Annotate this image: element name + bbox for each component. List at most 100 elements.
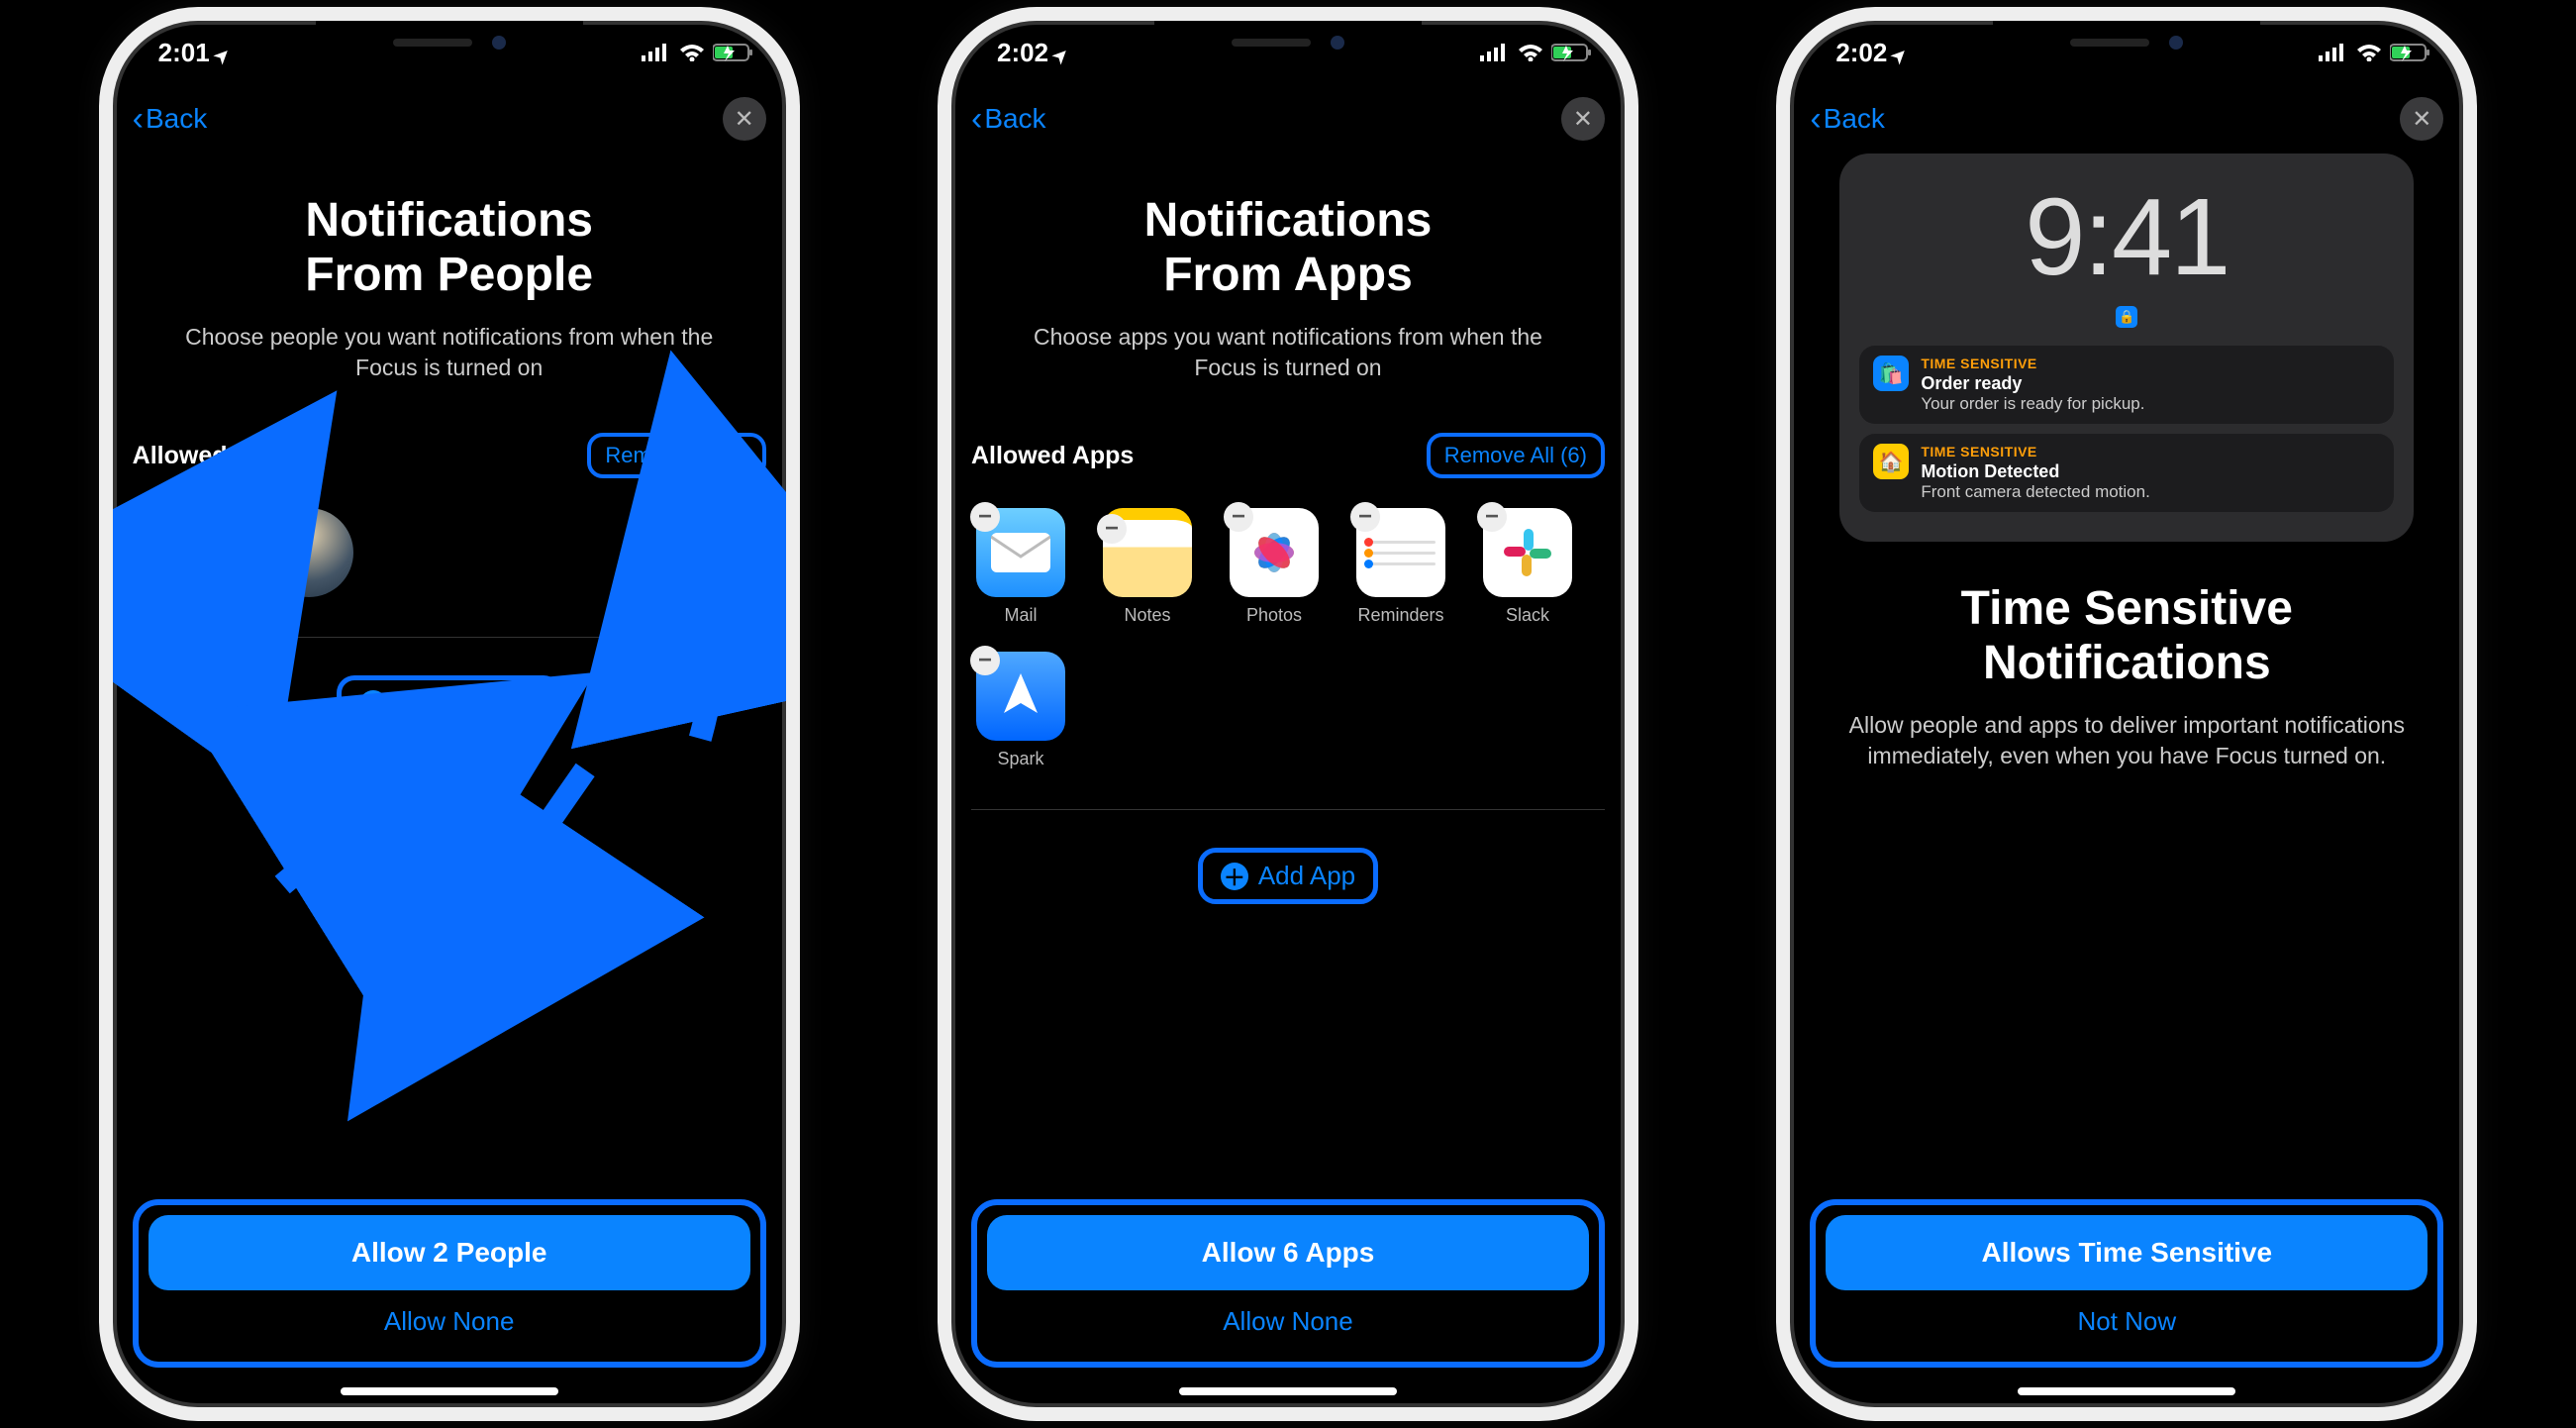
allowed-people-label: Allowed People bbox=[133, 442, 316, 470]
remove-badge-icon[interactable]: − bbox=[970, 502, 1000, 532]
allow-time-sensitive-button[interactable]: Allows Time Sensitive bbox=[1826, 1215, 2427, 1290]
cellular-signal-icon bbox=[642, 44, 671, 61]
preview-clock: 9:41 bbox=[2025, 183, 2229, 292]
allow-none-button[interactable]: Allow None bbox=[987, 1290, 1589, 1352]
home-icon: 🏠 bbox=[1873, 444, 1909, 479]
allow-none-button[interactable]: Allow None bbox=[149, 1290, 750, 1352]
page-subtitle: Choose apps you want notifications from … bbox=[1001, 322, 1575, 383]
back-button[interactable]: ‹ Back bbox=[1810, 100, 1885, 139]
plus-circle-icon: ＋ bbox=[359, 690, 387, 718]
time-sensitive-preview: 9:41 🔒 🛍️ TIME SENSITIVE Order ready You… bbox=[1839, 153, 2414, 542]
app-label: Notes bbox=[1124, 605, 1170, 626]
app-label: Photos bbox=[1246, 605, 1302, 626]
close-icon: ✕ bbox=[735, 105, 754, 134]
nav-bar: ‹ Back ✕ bbox=[1790, 84, 2463, 153]
location-icon bbox=[1053, 38, 1068, 68]
app-item-photos[interactable]: − Photos bbox=[1225, 508, 1324, 626]
home-indicator[interactable] bbox=[1179, 1387, 1397, 1395]
status-time: 2:01 bbox=[158, 38, 210, 68]
person-item[interactable]: − bbox=[259, 508, 358, 597]
location-icon bbox=[1892, 38, 1907, 68]
app-label: Slack bbox=[1506, 605, 1549, 626]
nav-bar: ‹ Back ✕ bbox=[113, 84, 786, 153]
mail-icon: − bbox=[976, 508, 1065, 597]
page-title: Notifications From Apps bbox=[991, 193, 1585, 302]
notif-text: Your order is ready for pickup. bbox=[1921, 394, 2380, 414]
wifi-icon bbox=[2356, 44, 2382, 61]
divider bbox=[133, 637, 766, 638]
remove-badge-icon[interactable]: − bbox=[258, 502, 288, 532]
chevron-left-icon: ‹ bbox=[971, 100, 982, 139]
wifi-icon bbox=[1518, 44, 1543, 61]
notif-title: Motion Detected bbox=[1921, 461, 2380, 482]
not-now-button[interactable]: Not Now bbox=[1826, 1290, 2427, 1352]
back-button[interactable]: ‹ Back bbox=[971, 100, 1046, 139]
home-indicator[interactable] bbox=[2018, 1387, 2235, 1395]
close-button[interactable]: ✕ bbox=[723, 97, 766, 141]
home-indicator[interactable] bbox=[341, 1387, 558, 1395]
notif-title: Order ready bbox=[1921, 373, 2380, 394]
remove-badge-icon[interactable]: − bbox=[1350, 502, 1380, 532]
page-subtitle: Choose people you want notifications fro… bbox=[162, 322, 737, 383]
bottom-actions: Allow 2 People Allow None bbox=[133, 1199, 766, 1368]
app-item-reminders[interactable]: − Reminders bbox=[1351, 508, 1450, 626]
slack-icon: − bbox=[1483, 508, 1572, 597]
person-item[interactable]: − bbox=[133, 508, 232, 597]
avatar: − bbox=[264, 508, 353, 597]
remove-all-button[interactable]: Remove All (6) bbox=[1427, 433, 1605, 478]
notch bbox=[1154, 21, 1422, 64]
location-icon bbox=[215, 38, 230, 68]
battery-charging-icon bbox=[2390, 43, 2431, 62]
photos-icon: − bbox=[1230, 508, 1319, 597]
close-button[interactable]: ✕ bbox=[2400, 97, 2443, 141]
allow-people-button[interactable]: Allow 2 People bbox=[149, 1215, 750, 1290]
back-label: Back bbox=[146, 103, 207, 135]
avatar: − bbox=[138, 508, 227, 597]
allowed-apps-grid: − Mail − Notes bbox=[971, 498, 1605, 799]
cellular-signal-icon bbox=[1480, 44, 1510, 61]
battery-charging-icon bbox=[713, 43, 754, 62]
app-item-spark[interactable]: − Spark bbox=[971, 652, 1070, 769]
back-button[interactable]: ‹ Back bbox=[133, 100, 208, 139]
notch bbox=[316, 21, 583, 64]
allow-apps-button[interactable]: Allow 6 Apps bbox=[987, 1215, 1589, 1290]
remove-badge-icon[interactable]: − bbox=[132, 502, 161, 532]
app-item-slack[interactable]: − Slack bbox=[1478, 508, 1577, 626]
remove-all-button[interactable]: Remove All (2) bbox=[587, 433, 765, 478]
nav-bar: ‹ Back ✕ bbox=[951, 84, 1625, 153]
app-label: Mail bbox=[1004, 605, 1037, 626]
status-time: 2:02 bbox=[1835, 38, 1887, 68]
plus-circle-icon: ＋ bbox=[1221, 863, 1248, 890]
spark-icon: − bbox=[976, 652, 1065, 741]
notification-card: 🏠 TIME SENSITIVE Motion Detected Front c… bbox=[1859, 434, 2394, 512]
notif-text: Front camera detected motion. bbox=[1921, 482, 2380, 502]
close-icon: ✕ bbox=[2412, 105, 2431, 134]
add-app-label: Add App bbox=[1258, 861, 1355, 891]
phone-people: 2:01 ‹ Back ✕ Notifications From People bbox=[99, 7, 800, 1421]
page-subtitle: Allow people and apps to deliver importa… bbox=[1839, 710, 2414, 771]
reminders-icon: − bbox=[1356, 508, 1445, 597]
cellular-signal-icon bbox=[2319, 44, 2348, 61]
back-label: Back bbox=[984, 103, 1045, 135]
app-label: Spark bbox=[997, 749, 1043, 769]
notch bbox=[1993, 21, 2260, 64]
phone-time-sensitive: 2:02 ‹ Back ✕ 9:41 🔒 🛍️ bbox=[1776, 7, 2477, 1421]
focus-badge-icon: 🔒 bbox=[2116, 306, 2137, 328]
allowed-apps-label: Allowed Apps bbox=[971, 442, 1134, 470]
divider bbox=[971, 809, 1605, 810]
app-item-mail[interactable]: − Mail bbox=[971, 508, 1070, 626]
remove-badge-icon[interactable]: − bbox=[1097, 514, 1127, 544]
page-title: Notifications From People bbox=[152, 193, 746, 302]
notif-tag: TIME SENSITIVE bbox=[1921, 444, 2380, 459]
add-app-button[interactable]: ＋ Add App bbox=[1198, 848, 1378, 904]
close-icon: ✕ bbox=[1573, 105, 1593, 134]
chevron-left-icon: ‹ bbox=[133, 100, 144, 139]
notif-tag: TIME SENSITIVE bbox=[1921, 356, 2380, 371]
chevron-left-icon: ‹ bbox=[1810, 100, 1821, 139]
back-label: Back bbox=[1824, 103, 1885, 135]
app-item-notes[interactable]: − Notes bbox=[1098, 508, 1197, 626]
close-button[interactable]: ✕ bbox=[1561, 97, 1605, 141]
add-contact-button[interactable]: ＋ Add Contact bbox=[337, 675, 561, 732]
notes-icon: − bbox=[1103, 508, 1192, 597]
page-title: Time Sensitive Notifications bbox=[1830, 581, 2424, 690]
